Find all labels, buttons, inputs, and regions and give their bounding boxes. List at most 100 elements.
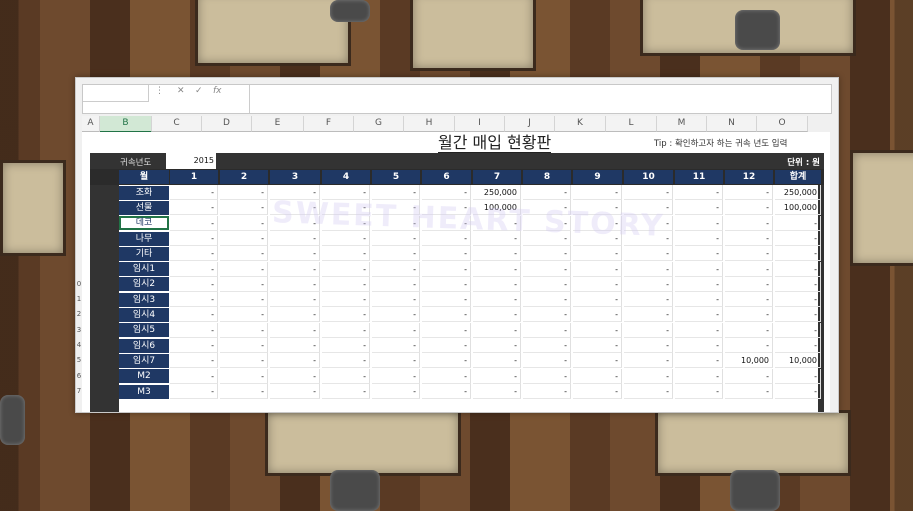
table-cell[interactable]: - [775, 261, 821, 277]
table-cell[interactable]: - [725, 276, 773, 292]
table-cell[interactable]: - [372, 276, 420, 292]
table-cell[interactable]: - [322, 276, 370, 292]
table-cell[interactable]: - [322, 338, 370, 353]
table-cell[interactable]: - [675, 292, 723, 308]
table-cell[interactable]: - [372, 338, 420, 353]
table-cell[interactable]: - [322, 292, 370, 308]
table-cell[interactable]: - [220, 292, 268, 308]
table-cell[interactable]: - [624, 322, 673, 338]
table-cell[interactable]: - [573, 368, 622, 384]
table-cell[interactable]: - [270, 292, 320, 308]
table-cell[interactable]: - [725, 368, 773, 384]
table-cell[interactable]: - [170, 200, 218, 216]
table-cell[interactable]: - [170, 292, 218, 308]
table-cell[interactable]: - [473, 246, 521, 262]
table-cell[interactable]: - [220, 215, 268, 231]
table-cell[interactable]: - [624, 338, 673, 353]
table-cell[interactable]: - [573, 307, 622, 323]
row-label[interactable]: 나무 [119, 231, 169, 246]
table-cell[interactable]: - [725, 185, 773, 200]
table-cell[interactable]: - [675, 261, 723, 277]
table-cell[interactable]: - [170, 215, 218, 231]
column-header-g[interactable]: G [354, 116, 404, 132]
table-cell[interactable]: - [675, 276, 723, 292]
table-cell[interactable]: - [422, 185, 471, 200]
table-cell[interactable]: - [170, 322, 218, 338]
table-cell[interactable]: - [170, 261, 218, 277]
table-cell[interactable]: - [675, 307, 723, 323]
table-cell[interactable]: 10,000 [775, 353, 821, 369]
table-cell[interactable]: - [170, 246, 218, 262]
table-cell[interactable]: - [372, 353, 420, 369]
table-cell[interactable]: - [170, 383, 218, 399]
table-cell[interactable]: - [270, 353, 320, 369]
table-cell[interactable]: - [675, 368, 723, 384]
row-label[interactable]: 임시4 [119, 308, 169, 322]
table-cell[interactable]: - [573, 276, 622, 292]
table-cell[interactable]: - [573, 292, 622, 308]
table-cell[interactable]: - [624, 185, 673, 200]
column-header-h[interactable]: H [404, 116, 455, 132]
table-cell[interactable]: - [473, 383, 521, 399]
table-cell[interactable]: - [675, 338, 723, 353]
row-label[interactable]: 임시5 [119, 323, 169, 338]
table-cell[interactable]: - [523, 383, 571, 399]
table-cell[interactable]: - [675, 215, 723, 231]
sheet-grid[interactable]: 월간 매입 현황판 Tip : 확인하고자 하는 귀속 년도 입력 귀속년도 2… [82, 132, 830, 412]
year-input[interactable]: 2015 [166, 153, 216, 169]
table-cell[interactable]: - [270, 307, 320, 323]
table-cell[interactable]: - [523, 292, 571, 308]
table-cell[interactable]: - [675, 322, 723, 338]
table-cell[interactable]: - [624, 307, 673, 323]
column-header-m[interactable]: M [657, 116, 707, 132]
table-cell[interactable]: - [725, 230, 773, 246]
formula-input[interactable] [249, 85, 831, 113]
table-cell[interactable]: - [220, 276, 268, 292]
table-cell[interactable]: - [220, 383, 268, 399]
table-cell[interactable]: - [624, 246, 673, 262]
table-cell[interactable]: - [573, 338, 622, 353]
column-header-e[interactable]: E [252, 116, 304, 132]
table-cell[interactable]: - [775, 383, 821, 399]
more-icon[interactable]: ⋮ [155, 86, 164, 96]
table-cell[interactable]: - [322, 383, 370, 399]
table-cell[interactable]: - [775, 215, 821, 231]
table-cell[interactable]: - [725, 261, 773, 277]
table-cell[interactable]: - [624, 383, 673, 399]
row-label[interactable]: 기타 [119, 246, 169, 261]
row-label[interactable]: 선물 [119, 200, 169, 215]
table-cell[interactable]: - [270, 368, 320, 384]
table-cell[interactable]: - [322, 246, 370, 262]
table-cell[interactable]: - [322, 322, 370, 338]
table-cell[interactable]: - [220, 338, 268, 353]
table-cell[interactable]: - [270, 322, 320, 338]
table-cell[interactable]: - [422, 353, 471, 369]
table-cell[interactable]: - [322, 261, 370, 277]
table-cell[interactable]: - [624, 276, 673, 292]
table-cell[interactable]: - [775, 307, 821, 323]
column-header-d[interactable]: D [202, 116, 252, 132]
column-header-i[interactable]: I [455, 116, 505, 132]
table-cell[interactable]: - [624, 368, 673, 384]
table-cell[interactable]: - [372, 246, 420, 262]
table-cell[interactable]: - [372, 292, 420, 308]
table-cell[interactable]: - [573, 261, 622, 277]
table-cell[interactable]: - [473, 307, 521, 323]
table-cell[interactable]: - [170, 353, 218, 369]
table-cell[interactable]: - [220, 230, 268, 246]
table-cell[interactable]: - [372, 322, 420, 338]
table-cell[interactable]: - [322, 353, 370, 369]
row-label[interactable]: 임시3 [119, 292, 169, 307]
table-cell[interactable]: - [573, 185, 622, 200]
table-cell[interactable]: - [573, 246, 622, 262]
table-cell[interactable]: - [170, 185, 218, 200]
table-cell[interactable]: - [322, 368, 370, 384]
table-cell[interactable]: - [372, 368, 420, 384]
table-cell[interactable]: - [473, 368, 521, 384]
table-cell[interactable]: - [725, 292, 773, 308]
cancel-icon[interactable]: ✕ [177, 86, 185, 96]
table-cell[interactable]: - [523, 185, 571, 200]
table-cell[interactable]: - [573, 322, 622, 338]
table-cell[interactable]: - [170, 230, 218, 246]
table-cell[interactable]: - [372, 307, 420, 323]
